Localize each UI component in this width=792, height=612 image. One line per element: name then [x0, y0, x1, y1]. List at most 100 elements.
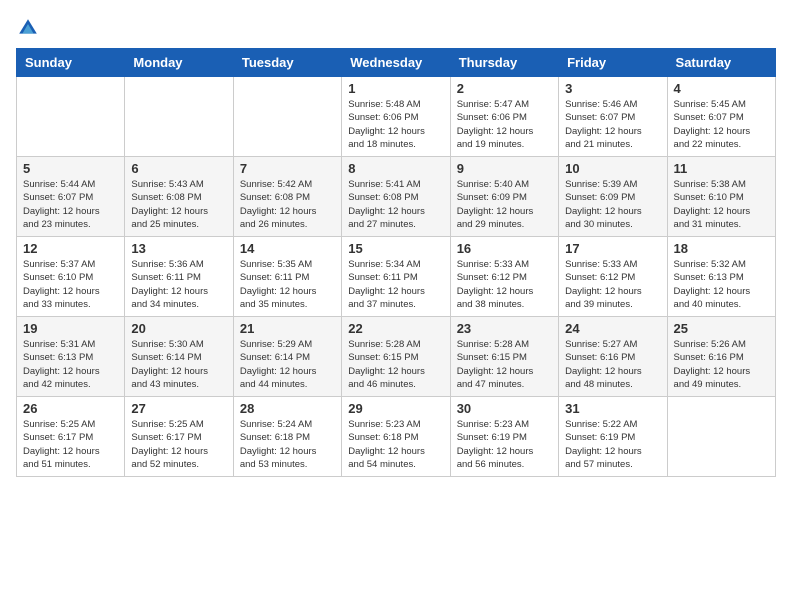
day-info: Sunrise: 5:34 AM Sunset: 6:11 PM Dayligh… [348, 258, 443, 311]
day-info: Sunrise: 5:43 AM Sunset: 6:08 PM Dayligh… [131, 178, 226, 231]
day-number: 2 [457, 81, 552, 96]
day-cell [233, 77, 341, 157]
day-cell: 30Sunrise: 5:23 AM Sunset: 6:19 PM Dayli… [450, 397, 558, 477]
day-number: 28 [240, 401, 335, 416]
day-cell: 13 Sunrise: 5:36 AM Sunset: 6:11 PM Dayli… [125, 237, 233, 317]
day-info: Sunrise: 5:28 AM Sunset: 6:15 PM Dayligh… [457, 338, 552, 391]
day-number: 7 [240, 161, 335, 176]
header-tuesday: Tuesday [233, 49, 341, 77]
day-info: Sunrise: 5:39 AM Sunset: 6:09 PM Dayligh… [565, 178, 660, 231]
day-info: Sunrise: 5:28 AM Sunset: 6:15 PM Dayligh… [348, 338, 443, 391]
header-sunday: Sunday [17, 49, 125, 77]
day-cell: 17 Sunrise: 5:33 AM Sunset: 6:12 PM Dayli… [559, 237, 667, 317]
day-info: Sunrise: 5:37 AM Sunset: 6:10 PM Dayligh… [23, 258, 118, 311]
day-number: 26 [23, 401, 118, 416]
day-number: 27 [131, 401, 226, 416]
day-cell: 20 Sunrise: 5:30 AM Sunset: 6:14 PM Dayli… [125, 317, 233, 397]
day-cell: 24 Sunrise: 5:27 AM Sunset: 6:16 PM Dayli… [559, 317, 667, 397]
day-number: 23 [457, 321, 552, 336]
day-info: Sunrise: 5:26 AM Sunset: 6:16 PM Dayligh… [674, 338, 769, 391]
day-number: 29 [348, 401, 443, 416]
day-info: Sunrise: 5:46 AM Sunset: 6:07 PM Dayligh… [565, 98, 660, 151]
day-number: 18 [674, 241, 769, 256]
logo-icon [16, 16, 40, 40]
day-number: 3 [565, 81, 660, 96]
day-cell: 6 Sunrise: 5:43 AM Sunset: 6:08 PM Daylig… [125, 157, 233, 237]
day-info: Sunrise: 5:35 AM Sunset: 6:11 PM Dayligh… [240, 258, 335, 311]
day-cell [125, 77, 233, 157]
header-row: SundayMondayTuesdayWednesdayThursdayFrid… [17, 49, 776, 77]
day-cell: 11 Sunrise: 5:38 AM Sunset: 6:10 PM Dayli… [667, 157, 775, 237]
day-cell: 26 Sunrise: 5:25 AM Sunset: 6:17 PM Dayli… [17, 397, 125, 477]
header [16, 16, 776, 40]
day-number: 31 [565, 401, 660, 416]
day-cell: 28 Sunrise: 5:24 AM Sunset: 6:18 PM Dayli… [233, 397, 341, 477]
header-thursday: Thursday [450, 49, 558, 77]
calendar-header: SundayMondayTuesdayWednesdayThursdayFrid… [17, 49, 776, 77]
day-cell: 18Sunrise: 5:32 AM Sunset: 6:13 PM Dayli… [667, 237, 775, 317]
header-friday: Friday [559, 49, 667, 77]
day-number: 1 [348, 81, 443, 96]
week-row-3: 19Sunrise: 5:31 AM Sunset: 6:13 PM Dayli… [17, 317, 776, 397]
day-cell: 15 Sunrise: 5:34 AM Sunset: 6:11 PM Dayli… [342, 237, 450, 317]
day-number: 21 [240, 321, 335, 336]
week-row-4: 26 Sunrise: 5:25 AM Sunset: 6:17 PM Dayli… [17, 397, 776, 477]
header-saturday: Saturday [667, 49, 775, 77]
day-cell: 19Sunrise: 5:31 AM Sunset: 6:13 PM Dayli… [17, 317, 125, 397]
day-info: Sunrise: 5:23 AM Sunset: 6:18 PM Dayligh… [348, 418, 443, 471]
day-info: Sunrise: 5:40 AM Sunset: 6:09 PM Dayligh… [457, 178, 552, 231]
day-info: Sunrise: 5:48 AM Sunset: 6:06 PM Dayligh… [348, 98, 443, 151]
day-info: Sunrise: 5:30 AM Sunset: 6:14 PM Dayligh… [131, 338, 226, 391]
day-number: 22 [348, 321, 443, 336]
day-number: 9 [457, 161, 552, 176]
day-info: Sunrise: 5:22 AM Sunset: 6:19 PM Dayligh… [565, 418, 660, 471]
day-cell: 23 Sunrise: 5:28 AM Sunset: 6:15 PM Dayli… [450, 317, 558, 397]
day-info: Sunrise: 5:38 AM Sunset: 6:10 PM Dayligh… [674, 178, 769, 231]
day-info: Sunrise: 5:44 AM Sunset: 6:07 PM Dayligh… [23, 178, 118, 231]
day-cell [667, 397, 775, 477]
day-cell: 1 Sunrise: 5:48 AM Sunset: 6:06 PM Daylig… [342, 77, 450, 157]
day-number: 13 [131, 241, 226, 256]
day-number: 19 [23, 321, 118, 336]
day-info: Sunrise: 5:45 AM Sunset: 6:07 PM Dayligh… [674, 98, 769, 151]
day-number: 11 [674, 161, 769, 176]
day-cell: 21 Sunrise: 5:29 AM Sunset: 6:14 PM Dayli… [233, 317, 341, 397]
day-number: 15 [348, 241, 443, 256]
day-info: Sunrise: 5:42 AM Sunset: 6:08 PM Dayligh… [240, 178, 335, 231]
day-number: 16 [457, 241, 552, 256]
day-number: 12 [23, 241, 118, 256]
day-number: 8 [348, 161, 443, 176]
day-cell: 27Sunrise: 5:25 AM Sunset: 6:17 PM Dayli… [125, 397, 233, 477]
day-info: Sunrise: 5:33 AM Sunset: 6:12 PM Dayligh… [565, 258, 660, 311]
day-cell: 10Sunrise: 5:39 AM Sunset: 6:09 PM Dayli… [559, 157, 667, 237]
day-info: Sunrise: 5:23 AM Sunset: 6:19 PM Dayligh… [457, 418, 552, 471]
day-cell: 22 Sunrise: 5:28 AM Sunset: 6:15 PM Dayli… [342, 317, 450, 397]
day-cell [17, 77, 125, 157]
day-cell: 9 Sunrise: 5:40 AM Sunset: 6:09 PM Daylig… [450, 157, 558, 237]
day-cell: 5 Sunrise: 5:44 AM Sunset: 6:07 PM Daylig… [17, 157, 125, 237]
day-number: 5 [23, 161, 118, 176]
day-number: 4 [674, 81, 769, 96]
week-row-1: 5 Sunrise: 5:44 AM Sunset: 6:07 PM Daylig… [17, 157, 776, 237]
day-info: Sunrise: 5:24 AM Sunset: 6:18 PM Dayligh… [240, 418, 335, 471]
day-cell: 4 Sunrise: 5:45 AM Sunset: 6:07 PM Daylig… [667, 77, 775, 157]
day-info: Sunrise: 5:25 AM Sunset: 6:17 PM Dayligh… [23, 418, 118, 471]
day-cell: 8Sunrise: 5:41 AM Sunset: 6:08 PM Daylig… [342, 157, 450, 237]
day-cell: 12 Sunrise: 5:37 AM Sunset: 6:10 PM Dayli… [17, 237, 125, 317]
day-cell: 7 Sunrise: 5:42 AM Sunset: 6:08 PM Daylig… [233, 157, 341, 237]
day-info: Sunrise: 5:33 AM Sunset: 6:12 PM Dayligh… [457, 258, 552, 311]
day-number: 24 [565, 321, 660, 336]
calendar: SundayMondayTuesdayWednesdayThursdayFrid… [16, 48, 776, 477]
day-info: Sunrise: 5:36 AM Sunset: 6:11 PM Dayligh… [131, 258, 226, 311]
logo [16, 16, 44, 40]
day-number: 20 [131, 321, 226, 336]
day-number: 17 [565, 241, 660, 256]
week-row-0: 1 Sunrise: 5:48 AM Sunset: 6:06 PM Daylig… [17, 77, 776, 157]
day-cell: 2Sunrise: 5:47 AM Sunset: 6:06 PM Daylig… [450, 77, 558, 157]
day-number: 6 [131, 161, 226, 176]
day-info: Sunrise: 5:29 AM Sunset: 6:14 PM Dayligh… [240, 338, 335, 391]
week-row-2: 12 Sunrise: 5:37 AM Sunset: 6:10 PM Dayli… [17, 237, 776, 317]
header-wednesday: Wednesday [342, 49, 450, 77]
day-info: Sunrise: 5:27 AM Sunset: 6:16 PM Dayligh… [565, 338, 660, 391]
day-number: 14 [240, 241, 335, 256]
